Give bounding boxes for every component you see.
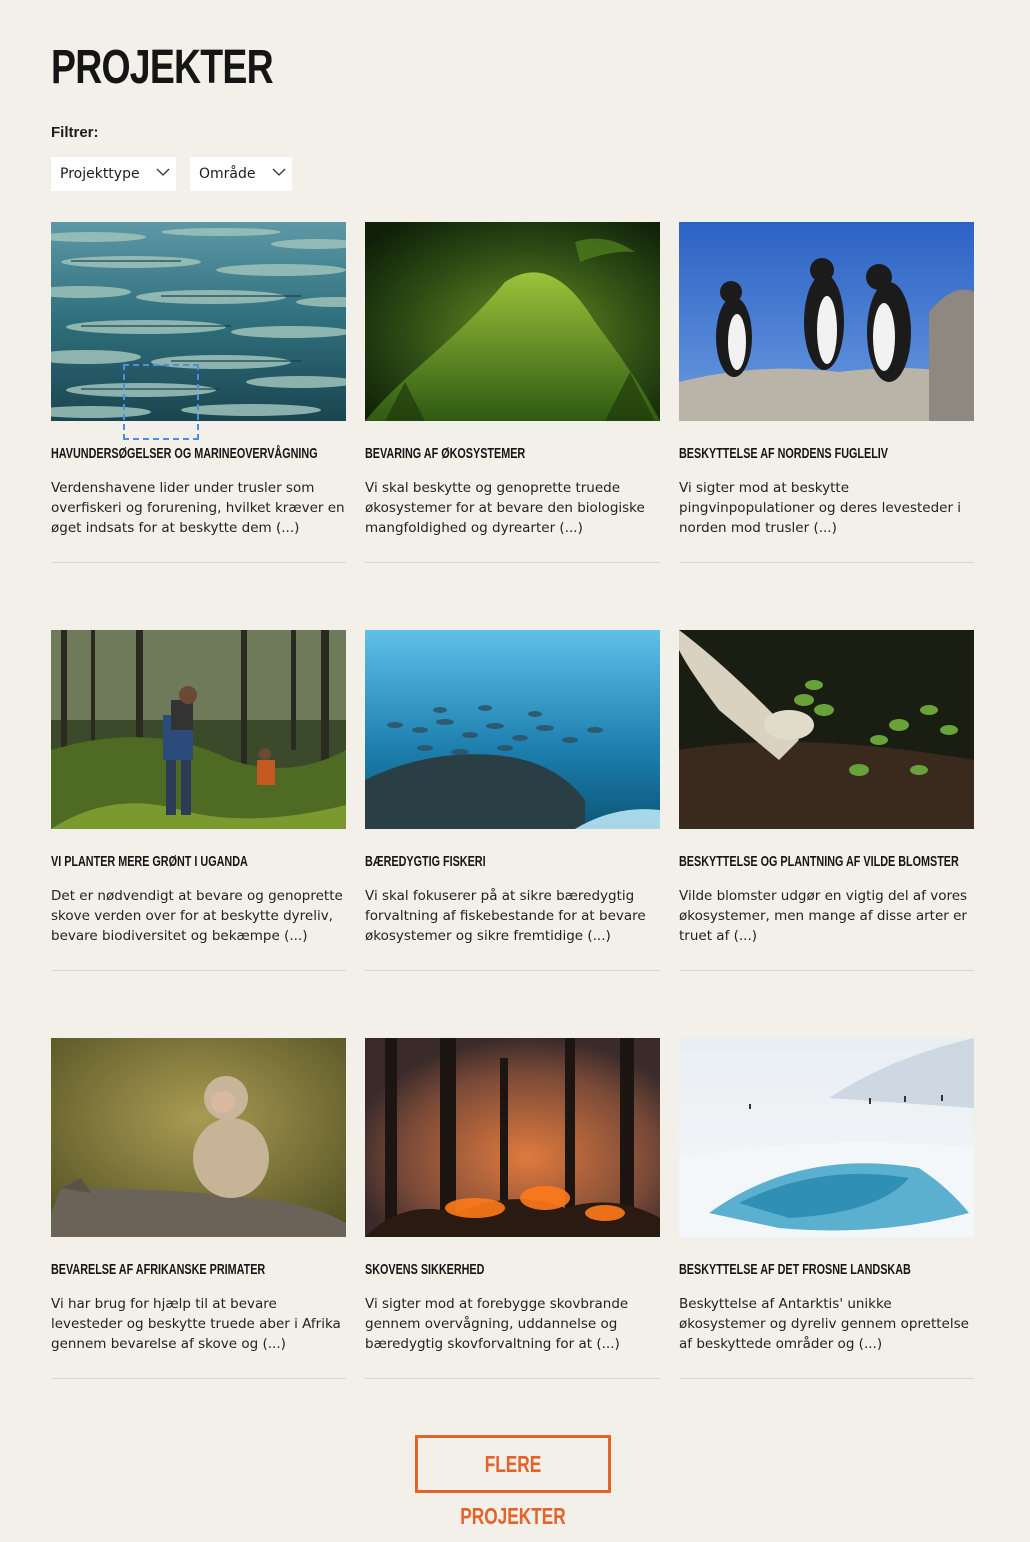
project-type-dropdown[interactable]: Projekttype — [51, 157, 176, 191]
project-title[interactable]: Vi planter mere grønt i Uganda — [51, 852, 310, 872]
project-card: Skovens sikkerhed Vi sigter mod at foreb… — [365, 1038, 660, 1380]
divider — [679, 562, 974, 563]
project-title[interactable]: Bevaring af økosystemer — [365, 444, 624, 464]
project-title[interactable]: Beskyttelse og plantning af vilde blomst… — [679, 852, 959, 872]
project-description: Verdenshavene lider under trusler som ov… — [51, 480, 345, 536]
chevron-down-icon — [272, 168, 286, 176]
project-title[interactable]: Skovens sikkerhed — [365, 1260, 624, 1280]
project-description: Vi sigter mod at forebygge skovbrande ge… — [365, 1296, 629, 1352]
forest-fire-photo[interactable] — [365, 1038, 660, 1237]
project-card: Bevaring af økosystemer Vi skal beskytte… — [365, 222, 660, 564]
antarctic-ice-landscape-photo[interactable] — [679, 1038, 974, 1237]
dropdown-label: Område — [199, 166, 256, 182]
project-card: Beskyttelse og plantning af vilde blomst… — [679, 630, 974, 972]
divider — [51, 1378, 346, 1379]
chevron-down-icon — [156, 168, 170, 176]
divider — [365, 1378, 660, 1379]
project-description: Det er nødvendigt at bevare og genoprett… — [51, 888, 343, 944]
project-title[interactable]: Beskyttelse af nordens fugleliv — [679, 444, 938, 464]
project-card: Beskyttelse af nordens fugleliv Vi sigte… — [679, 222, 974, 564]
project-title[interactable]: Beskyttelse af det frosne landskab — [679, 1260, 938, 1280]
school-of-barracuda-photo[interactable] — [51, 222, 346, 421]
more-projects-label: FLERE PROJEKTER — [460, 1451, 566, 1529]
divider — [365, 562, 660, 563]
project-description: Beskyttelse af Antarktis' unikke økosyst… — [679, 1296, 969, 1352]
project-description: Vi sigter mod at beskytte pingvinpopulat… — [679, 480, 962, 536]
divider — [365, 970, 660, 971]
project-description: Vi skal fokuserer på at sikre bæredygtig… — [365, 888, 646, 944]
project-description: Vilde blomster udgør en vigtig del af vo… — [679, 888, 968, 944]
divider — [51, 970, 346, 971]
project-card: Havundersøgelser og marineovervågning Ve… — [51, 222, 346, 564]
project-card: Bæredygtig fiskeri Vi skal fokuserer på … — [365, 630, 660, 972]
penguins-on-rock-photo[interactable] — [679, 222, 974, 421]
project-card: Bevarelse af afrikanske primater Vi har … — [51, 1038, 346, 1380]
page-title: PROJEKTER — [51, 41, 274, 94]
project-title[interactable]: Bæredygtig fiskeri — [365, 852, 624, 872]
project-title[interactable]: Bevarelse af afrikanske primater — [51, 1260, 310, 1280]
project-card: Vi planter mere grønt i Uganda Det er nø… — [51, 630, 346, 972]
gloved-hands-planting-photo[interactable] — [679, 630, 974, 829]
project-card: Beskyttelse af det frosne landskab Besky… — [679, 1038, 974, 1380]
underwater-fish-reef-photo[interactable] — [365, 630, 660, 829]
divider — [51, 562, 346, 563]
more-projects-button[interactable]: FLERE PROJEKTER — [415, 1435, 611, 1529]
hikers-in-forest-photo[interactable] — [51, 630, 346, 829]
project-description: Vi har brug for hjælp til at bevare leve… — [51, 1296, 341, 1352]
dropdown-label: Projekttype — [60, 166, 140, 182]
divider — [679, 970, 974, 971]
moss-and-ferns-photo[interactable] — [365, 222, 660, 421]
macaque-on-branch-photo[interactable] — [51, 1038, 346, 1237]
area-dropdown[interactable]: Område — [190, 157, 292, 191]
project-description: Vi skal beskytte og genoprette truede øk… — [365, 480, 645, 536]
project-title[interactable]: Havundersøgelser og marineovervågning — [51, 444, 318, 464]
divider — [679, 1378, 974, 1379]
filter-label: Filtrer: — [51, 124, 99, 141]
